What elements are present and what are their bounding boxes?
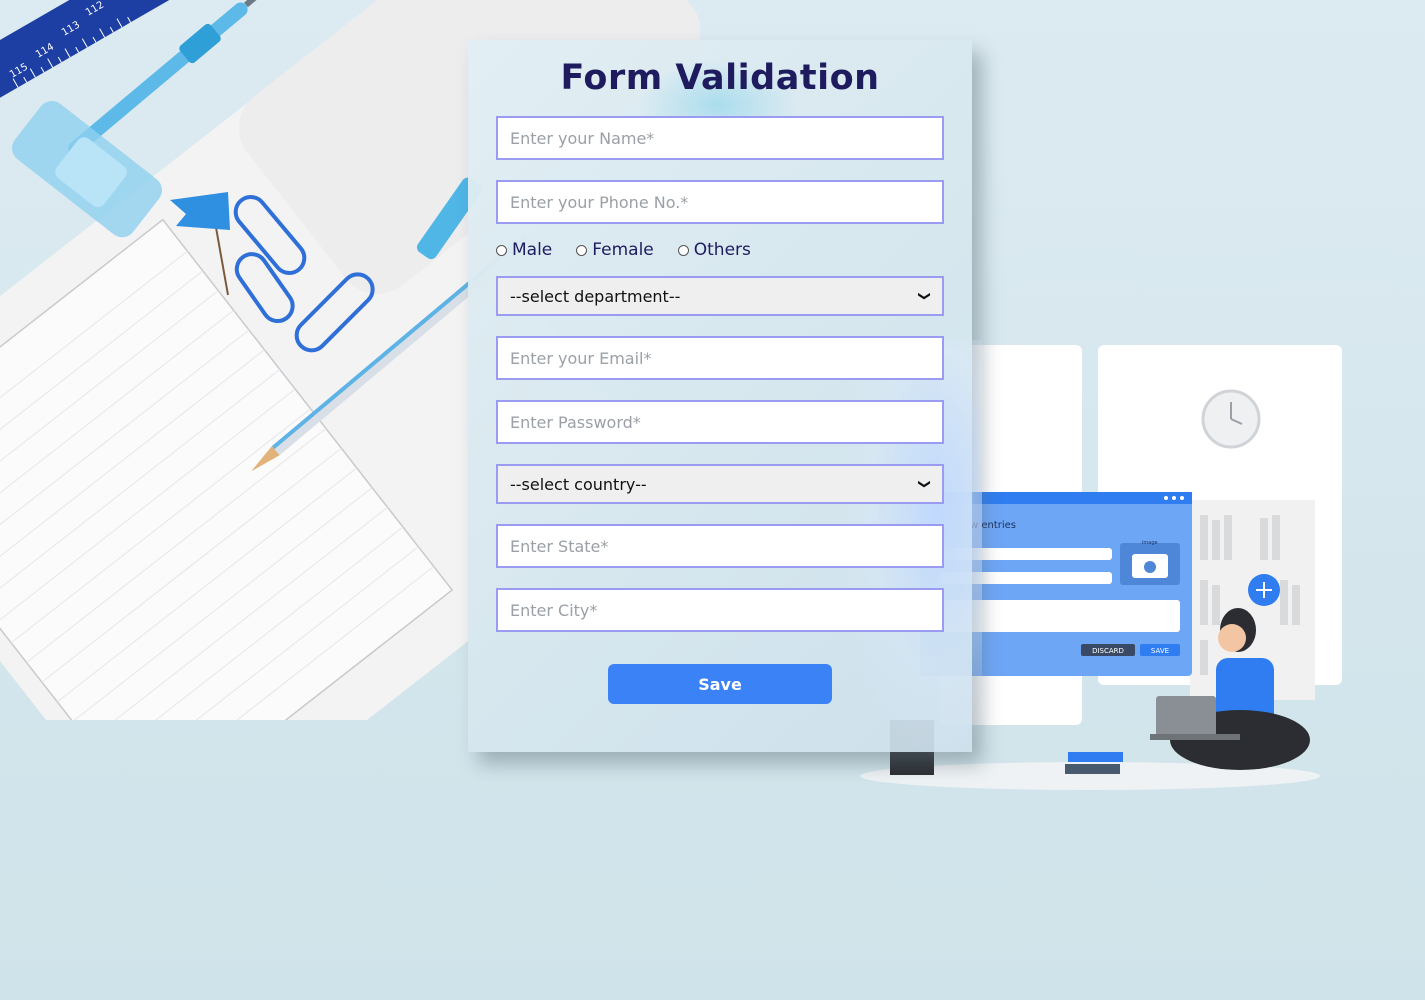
save-label: SAVE [1151,647,1169,655]
state-input[interactable] [496,524,944,568]
radio-button-male[interactable] [496,244,507,256]
gender-radio-group: Male Female Others [496,238,775,262]
country-select-value: --select country-- [510,474,647,494]
radio-label-male: Male [512,240,553,260]
country-select[interactable]: --select country-- ❯ [496,464,944,504]
window-title: w entries [970,520,1016,531]
form-card: Form Validation Male Female Others --sel… [468,40,982,760]
phone-input[interactable] [496,180,944,224]
form-title: Form Validation [560,58,880,98]
chevron-down-icon: ❯ [917,290,932,302]
password-input[interactable] [496,400,944,444]
gender-option-female[interactable]: Female [576,240,654,260]
department-select[interactable]: --select department-- ❯ [496,276,944,316]
discard-label: DISCARD [1092,647,1124,655]
radio-button-others[interactable] [677,244,689,256]
radio-label-others: Others [693,240,751,260]
city-input[interactable] [496,588,944,632]
gender-option-male[interactable]: Male [496,240,552,260]
image-label: image [1142,540,1158,546]
chevron-down-icon: ❯ [917,478,932,490]
name-input[interactable] [496,116,944,160]
radio-button-female[interactable] [576,244,588,256]
email-input[interactable] [496,336,944,380]
radio-label-female: Female [592,240,654,260]
laptop-icon [1156,696,1216,736]
save-button[interactable]: Save [608,664,832,704]
gender-option-others[interactable]: Others [677,240,751,260]
department-select-value: --select department-- [510,286,681,306]
